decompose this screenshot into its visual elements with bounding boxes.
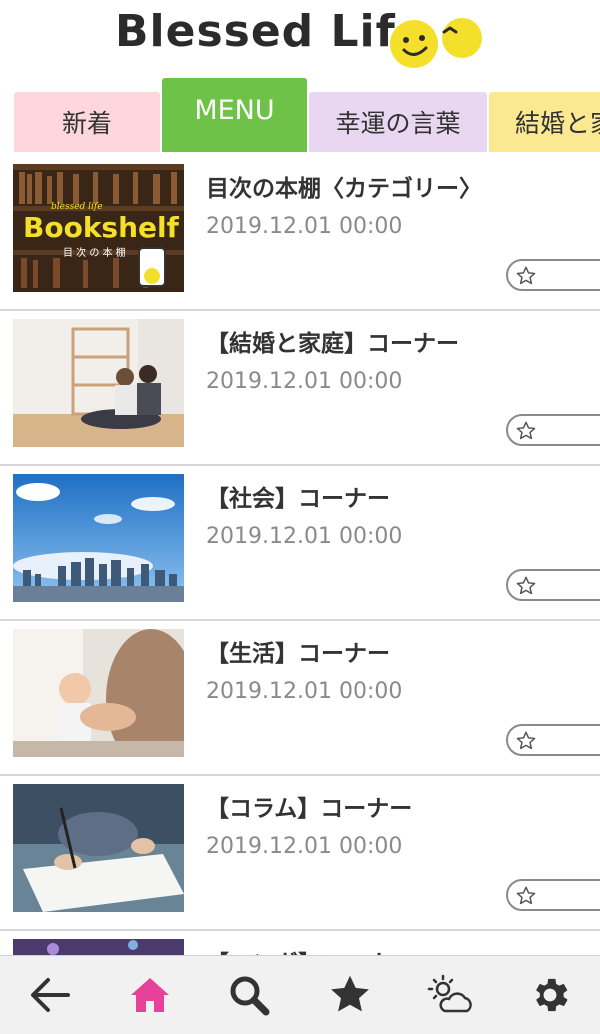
item-date: 2019.12.01 00:00 [206,679,403,704]
search-icon [230,976,270,1016]
item-date: 2019.12.01 00:00 [206,834,403,859]
tab-new[interactable]: 新着 [14,92,160,152]
star-outline-icon [516,576,536,595]
favorites-button[interactable] [300,956,400,1034]
star-icon [331,975,369,1012]
star-outline-icon [516,266,536,285]
bookshelf-thumbnail: Bookshelf blessed life 目 次 の 本 棚 [13,164,184,292]
item-title: 【生活】コーナー [206,641,390,667]
list-item[interactable]: 【結婚と家庭】コーナー 2019.12.01 00:00 [0,311,600,466]
item-title: 目次の本棚〈カテゴリー〉 [206,176,482,202]
category-tabs: 新着 MENU 幸運の言葉 結婚と家 [0,78,600,156]
back-button[interactable] [0,956,100,1034]
list-item[interactable]: 【生活】コーナー 2019.12.01 00:00 [0,621,600,776]
tab-menu[interactable]: MENU [162,78,307,152]
item-title: 【社会】コーナー [206,486,390,512]
thumbnail-caption: 目 次 の 本 棚 [63,246,126,259]
item-date: 2019.12.01 00:00 [206,214,403,239]
favorite-button[interactable] [506,724,600,756]
thumbnail-title: Bookshelf [23,211,180,244]
bottom-navigation [0,955,600,1034]
search-button[interactable] [200,956,300,1034]
star-outline-icon [516,731,536,750]
gear-icon [536,978,568,1012]
weather-button[interactable] [400,956,500,1034]
tab-marriage-family[interactable]: 結婚と家 [489,92,600,152]
thumbnail-script: blessed life [51,202,103,212]
app-logo: Blessed Life [115,6,427,57]
favorite-button[interactable] [506,569,600,601]
item-date: 2019.12.01 00:00 [206,524,403,549]
favorite-button[interactable] [506,259,600,291]
item-title: 【コラム】コーナー [206,796,413,822]
parent-child-thumbnail [13,629,184,757]
tab-lucky-words[interactable]: 幸運の言葉 [309,92,487,152]
back-arrow-icon [31,978,70,1012]
item-title: 【結婚と家庭】コーナー [206,331,459,357]
item-date: 2019.12.01 00:00 [206,369,403,394]
favorite-button[interactable] [506,414,600,446]
settings-button[interactable] [500,956,600,1034]
list-item[interactable]: 【コラム】コーナー 2019.12.01 00:00 [0,776,600,931]
city-thumbnail [13,474,184,602]
star-outline-icon [516,421,536,440]
favorite-button[interactable] [506,879,600,911]
home-icon [131,978,169,1012]
smiley-logo-icon [390,18,482,68]
star-outline-icon [516,886,536,905]
app-header: Blessed Life [0,0,600,78]
home-button[interactable] [100,956,200,1034]
writing-thumbnail [13,784,184,912]
weather-icon [427,974,472,1013]
list-item[interactable]: 【社会】コーナー 2019.12.01 00:00 [0,466,600,621]
article-list: Bookshelf blessed life 目 次 の 本 棚 目次の本棚〈カ… [0,156,600,977]
list-item[interactable]: Bookshelf blessed life 目 次 の 本 棚 目次の本棚〈カ… [0,156,600,311]
family-thumbnail [13,319,184,447]
